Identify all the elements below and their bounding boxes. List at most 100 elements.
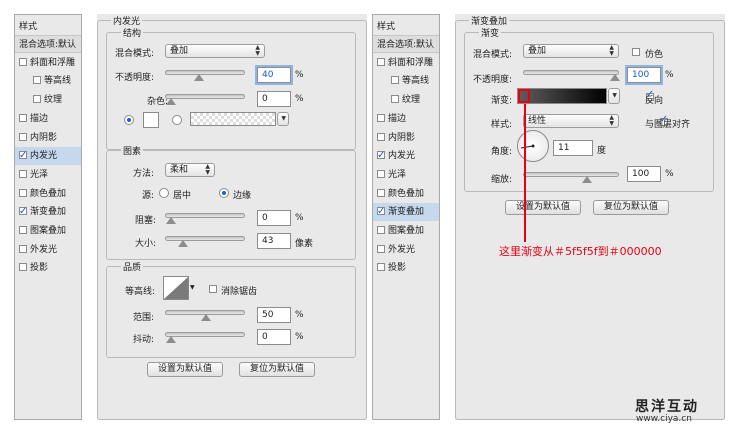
style-item[interactable]: 投影 bbox=[373, 259, 439, 277]
grad-blend-mode-select[interactable]: 叠加 ▲ ▼ bbox=[523, 44, 619, 58]
jitter-slider[interactable] bbox=[165, 332, 245, 343]
style-item[interactable]: 渐变叠加 bbox=[15, 203, 81, 221]
style-item[interactable]: 光泽 bbox=[373, 166, 439, 184]
gradient-preview-swatch[interactable] bbox=[517, 88, 607, 104]
style-item[interactable]: 光泽 bbox=[15, 166, 81, 184]
style-item[interactable]: 图案叠加 bbox=[373, 222, 439, 240]
choke-input[interactable]: 0 bbox=[257, 210, 291, 226]
style-item[interactable]: 斜面和浮雕 bbox=[373, 54, 439, 72]
angle-dial[interactable] bbox=[517, 130, 549, 162]
style-item-checkbox[interactable] bbox=[19, 147, 27, 165]
style-item-checkbox[interactable] bbox=[377, 147, 385, 165]
style-item[interactable]: 混合选项:默认 bbox=[373, 35, 439, 53]
style-item[interactable]: 描边 bbox=[15, 110, 81, 128]
glow-gradient-dropdown[interactable]: ▼ bbox=[277, 112, 289, 126]
choke-slider-thumb[interactable] bbox=[166, 217, 176, 224]
gradient-radio[interactable] bbox=[172, 115, 182, 125]
grad-style-select[interactable]: 线性 ▲ ▼ bbox=[523, 114, 619, 128]
grad-make-default-button[interactable]: 设置为默认值 bbox=[505, 200, 581, 215]
jitter-input[interactable]: 0 bbox=[257, 329, 291, 345]
style-item[interactable]: 颜色叠加 bbox=[373, 185, 439, 203]
gradient-dropdown[interactable]: ▼ bbox=[608, 88, 620, 104]
style-item-checkbox[interactable] bbox=[19, 203, 27, 221]
range-slider-thumb[interactable] bbox=[201, 314, 211, 321]
style-item-checkbox[interactable] bbox=[19, 244, 27, 253]
style-item[interactable]: 纹理 bbox=[15, 91, 81, 109]
style-item-checkbox[interactable] bbox=[19, 169, 27, 178]
style-item-checkbox[interactable] bbox=[33, 76, 41, 85]
style-item-checkbox[interactable] bbox=[377, 169, 385, 178]
style-item-checkbox[interactable] bbox=[377, 113, 385, 122]
contour-dropdown-icon[interactable]: ▼ bbox=[190, 284, 195, 291]
solid-color-radio[interactable] bbox=[124, 115, 134, 125]
noise-slider-thumb[interactable] bbox=[166, 98, 176, 105]
structure-title: 结构 bbox=[121, 26, 144, 39]
style-item-checkbox[interactable] bbox=[19, 263, 27, 272]
opacity-input[interactable]: 40 bbox=[255, 65, 293, 85]
styles-title: 样式 bbox=[19, 22, 38, 32]
blend-mode-select[interactable]: 叠加 ▲ ▼ bbox=[165, 44, 265, 58]
style-item[interactable]: 颜色叠加 bbox=[15, 185, 81, 203]
style-item-checkbox[interactable] bbox=[377, 263, 385, 272]
style-item[interactable]: 纹理 bbox=[373, 91, 439, 109]
scale-input[interactable]: 100 bbox=[627, 166, 661, 182]
style-item-checkbox[interactable] bbox=[19, 113, 27, 122]
dither-checkbox[interactable] bbox=[632, 48, 640, 56]
make-default-button[interactable]: 设置为默认值 bbox=[147, 362, 223, 377]
style-item-checkbox[interactable] bbox=[19, 57, 27, 66]
style-item[interactable]: 内发光 bbox=[15, 147, 81, 166]
range-input[interactable]: 50 bbox=[257, 307, 291, 323]
reset-default-button[interactable]: 复位为默认值 bbox=[239, 362, 315, 377]
style-item-checkbox[interactable] bbox=[377, 244, 385, 253]
style-item-checkbox[interactable] bbox=[19, 226, 27, 234]
style-item-checkbox[interactable] bbox=[19, 188, 27, 197]
size-input[interactable]: 43 bbox=[257, 233, 291, 249]
style-item-checkbox[interactable] bbox=[377, 57, 385, 66]
style-item[interactable]: 描边 bbox=[373, 110, 439, 128]
grad-opacity-slider[interactable] bbox=[523, 70, 620, 81]
glow-color-swatch[interactable] bbox=[143, 112, 159, 128]
style-item[interactable]: 图案叠加 bbox=[15, 222, 81, 240]
style-item[interactable]: 内阴影 bbox=[15, 129, 81, 147]
style-item-checkbox[interactable] bbox=[391, 76, 399, 85]
style-item[interactable]: 混合选项:默认 bbox=[15, 35, 81, 53]
anti-alias-checkbox[interactable] bbox=[209, 285, 217, 293]
scale-slider[interactable] bbox=[523, 172, 619, 183]
style-item-checkbox[interactable] bbox=[377, 132, 385, 141]
style-item[interactable]: 投影 bbox=[15, 259, 81, 277]
style-item[interactable]: 渐变叠加 bbox=[373, 203, 439, 222]
source-edge-radio[interactable] bbox=[219, 188, 229, 198]
method-select[interactable]: 柔和 ▲ ▼ bbox=[165, 163, 215, 177]
style-item[interactable]: 内发光 bbox=[373, 147, 439, 165]
glow-gradient-swatch[interactable] bbox=[190, 112, 276, 126]
size-slider-thumb[interactable] bbox=[177, 240, 188, 247]
choke-slider[interactable] bbox=[165, 213, 245, 224]
range-slider[interactable] bbox=[165, 310, 245, 321]
angle-needle-icon bbox=[520, 144, 535, 149]
contour-preview[interactable] bbox=[163, 276, 189, 300]
jitter-slider-thumb[interactable] bbox=[166, 336, 176, 343]
source-center-radio[interactable] bbox=[159, 188, 169, 198]
style-item[interactable]: 外发光 bbox=[373, 241, 439, 259]
style-item[interactable]: 等高线 bbox=[15, 72, 81, 90]
style-item[interactable]: 内阴影 bbox=[373, 129, 439, 147]
style-item-checkbox[interactable] bbox=[377, 226, 385, 234]
noise-input[interactable]: 0 bbox=[257, 91, 291, 107]
style-item[interactable]: 外发光 bbox=[15, 241, 81, 259]
opacity-slider[interactable] bbox=[165, 70, 245, 81]
grad-opacity-slider-thumb[interactable] bbox=[610, 74, 620, 81]
style-item[interactable]: 等高线 bbox=[373, 72, 439, 90]
style-item-checkbox[interactable] bbox=[33, 95, 41, 104]
style-item[interactable]: 斜面和浮雕 bbox=[15, 54, 81, 72]
style-item-checkbox[interactable] bbox=[19, 132, 27, 141]
style-item-checkbox[interactable] bbox=[377, 188, 385, 197]
style-item-checkbox[interactable] bbox=[377, 203, 385, 221]
opacity-slider-thumb[interactable] bbox=[194, 74, 204, 81]
scale-slider-thumb[interactable] bbox=[581, 176, 592, 183]
size-slider[interactable] bbox=[165, 236, 245, 247]
grad-opacity-input[interactable]: 100 bbox=[625, 65, 663, 85]
angle-input[interactable]: 11 bbox=[553, 140, 593, 156]
noise-slider[interactable] bbox=[165, 94, 245, 105]
grad-reset-default-button[interactable]: 复位为默认值 bbox=[593, 200, 669, 215]
style-item-checkbox[interactable] bbox=[391, 95, 399, 104]
